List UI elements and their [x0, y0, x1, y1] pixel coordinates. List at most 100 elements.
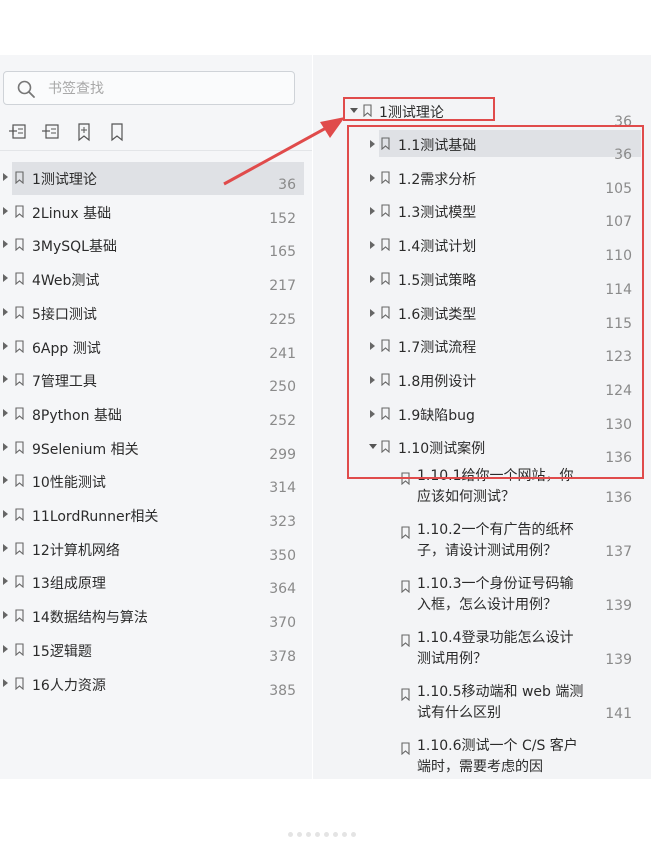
bookmark-icon	[15, 238, 24, 252]
expand-triangle-icon[interactable]	[3, 341, 8, 350]
left-outline-page: 323	[269, 514, 296, 530]
expand-triangle-icon[interactable]	[3, 611, 8, 620]
outline-subitem-label: 1.10.3一个身份证号码输入框，怎么设计用例？	[417, 576, 574, 613]
left-outline-label: 2Linux 基础	[32, 205, 112, 222]
left-outline-page: 225	[269, 311, 296, 328]
left-outline-label: 3MySQL基础	[32, 239, 117, 256]
left-outline-item[interactable]: 15逻辑题 378	[0, 634, 312, 668]
left-outline-item[interactable]: 3MySQL基础 165	[0, 229, 312, 263]
left-outline-item[interactable]: 8Python 基础 252	[0, 398, 312, 432]
page-indicator	[288, 822, 360, 841]
left-outline-page: 241	[269, 345, 296, 362]
bookmark-icon	[401, 634, 410, 647]
left-outline-label: 16人力资源	[32, 677, 106, 694]
collapse-all-icon[interactable]	[41, 122, 61, 142]
left-outline-page: 378	[269, 648, 296, 665]
left-outline-label: 1测试理论	[32, 172, 97, 188]
bookmark-icon	[15, 205, 24, 218]
left-outline-item[interactable]: 12计算机网络 350	[0, 533, 312, 567]
search-input[interactable]	[46, 78, 290, 100]
left-outline-label: 7管理工具	[32, 374, 97, 391]
bookmark-icon	[401, 742, 410, 755]
bookmark-icon	[15, 306, 24, 319]
bookmark-icon	[401, 688, 410, 701]
left-outline-page: 385	[269, 682, 296, 699]
expand-triangle-icon[interactable]	[3, 240, 8, 249]
annotation-arrow	[223, 117, 345, 186]
left-outline-label: 12计算机网络	[32, 542, 120, 559]
left-outline-page: 165	[269, 244, 296, 261]
outline-subitem[interactable]: 1.10.2一个有广告的纸杯子，请设计测试用例？ 137	[313, 520, 651, 570]
expand-triangle-icon[interactable]	[3, 476, 8, 485]
left-outline-page: 350	[269, 547, 296, 564]
search-icon	[17, 80, 35, 98]
left-outline-label: 6App 测试	[32, 340, 101, 357]
left-outline-item[interactable]: 14数据结构与算法 370	[0, 600, 312, 634]
expand-triangle-icon[interactable]	[3, 375, 8, 384]
expand-triangle-icon[interactable]	[3, 510, 8, 518]
outline-subitem-page: 136	[605, 490, 632, 506]
expand-triangle-icon[interactable]	[3, 577, 8, 586]
outline-subitem[interactable]: 1.10.6测试一个 C/S 客户端时，需要考虑的因	[313, 736, 651, 786]
left-outline-label: 10性能测试	[32, 475, 106, 492]
left-outline-label: 11LordRunner相关	[32, 509, 159, 525]
outline-subitem-label: 1.10.5移动端和 web 端测试有什么区别	[417, 684, 584, 721]
expand-triangle-icon[interactable]	[3, 206, 8, 215]
outline-subitem[interactable]: 1.10.5移动端和 web 端测试有什么区别 141	[313, 682, 651, 732]
expand-triangle-icon[interactable]	[3, 543, 8, 552]
left-outline-item[interactable]: 16人力资源 385	[0, 668, 312, 702]
expand-triangle-icon[interactable]	[3, 644, 8, 653]
left-outline-label: 15逻辑题	[32, 643, 92, 660]
left-outline-page: 252	[269, 412, 296, 429]
outline-subitem-page: 139	[605, 598, 632, 614]
expand-all-icon[interactable]	[8, 122, 28, 142]
left-outline-item[interactable]: 13组成原理 364	[0, 566, 312, 600]
left-outline-label: 9Selenium 相关	[32, 441, 139, 458]
bookmark-icon	[15, 171, 24, 184]
expand-triangle-icon[interactable]	[3, 173, 8, 181]
left-outline-label: 14数据结构与算法	[32, 610, 148, 627]
left-outline-page: 152	[269, 210, 296, 227]
left-outline-item[interactable]: 11LordRunner相关 323	[0, 499, 312, 533]
add-bookmark-icon[interactable]	[74, 122, 94, 142]
left-outline-item[interactable]: 9Selenium 相关 299	[0, 432, 312, 466]
left-outline-page: 299	[269, 446, 296, 463]
expand-triangle-icon[interactable]	[3, 307, 8, 316]
bookmark-icon	[15, 407, 24, 420]
left-outline-page: 314	[269, 480, 296, 497]
bookmark-icon	[15, 609, 24, 623]
left-outline-item[interactable]: 2Linux 基础 152	[0, 196, 312, 230]
bookmark-icon	[401, 526, 410, 539]
left-outline-label: 8Python 基础	[32, 407, 122, 424]
left-outline-label: 4Web测试	[32, 273, 100, 290]
outline-subitem-page: 141	[605, 706, 632, 722]
left-outline-item[interactable]: 5接口测试 225	[0, 297, 312, 331]
left-outline-label: 13组成原理	[32, 576, 106, 593]
outline-subitem[interactable]: 1.10.3一个身份证号码输入框，怎么设计用例？ 139	[313, 574, 651, 624]
bookmark-icon	[15, 575, 24, 589]
expand-triangle-icon[interactable]	[3, 678, 8, 687]
left-outline-page: 364	[269, 581, 296, 598]
outline-subitem-label: 1.10.6测试一个 C/S 客户端时，需要考虑的因	[417, 738, 578, 775]
bookmark-icon	[15, 373, 24, 387]
left-outline-item[interactable]: 6App 测试 241	[0, 331, 312, 365]
bookmark-icon	[15, 542, 24, 555]
bookmark-icon[interactable]	[107, 122, 127, 142]
left-outline-page: 250	[269, 379, 296, 396]
left-outline-item[interactable]: 4Web测试 217	[0, 263, 312, 297]
bookmark-search-box[interactable]	[3, 71, 295, 105]
expand-triangle-icon[interactable]	[3, 408, 8, 417]
bookmark-icon	[15, 474, 24, 488]
left-outline-page: 370	[269, 615, 296, 632]
left-outline-item[interactable]: 10性能测试 314	[0, 465, 312, 499]
left-outline-label: 5接口测试	[32, 306, 97, 323]
left-outline-item[interactable]: 7管理工具 250	[0, 364, 312, 398]
expand-triangle-icon[interactable]	[3, 274, 8, 283]
bookmark-icon	[15, 508, 24, 521]
bookmark-icon	[15, 441, 24, 454]
bookmark-icon	[15, 676, 24, 690]
bookmark-icon	[15, 643, 24, 656]
expand-triangle-icon[interactable]	[3, 442, 8, 451]
outline-subitem[interactable]: 1.10.4登录功能怎么设计测试用例？ 139	[313, 628, 651, 678]
highlight-box-parent	[343, 97, 495, 121]
